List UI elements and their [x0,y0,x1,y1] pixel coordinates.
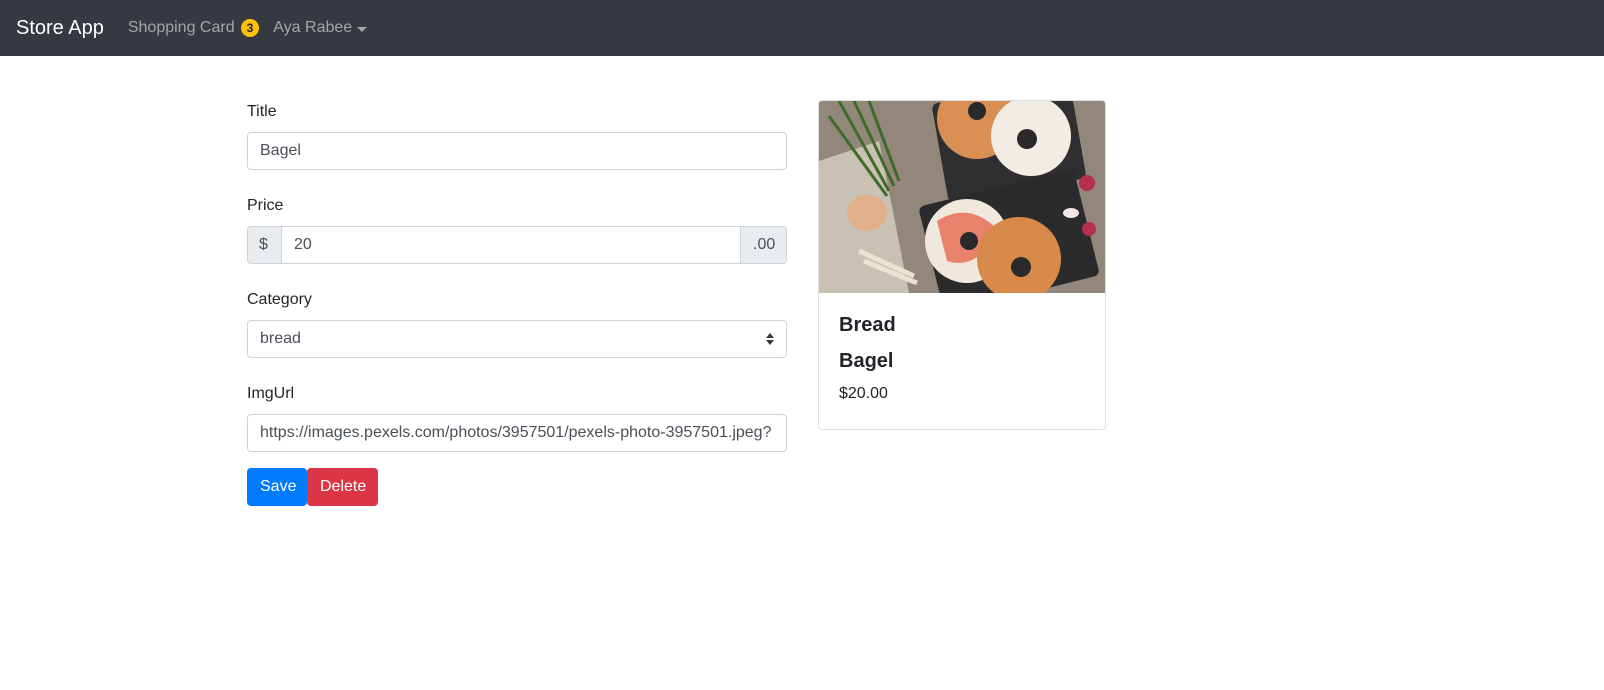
card-price: $20.00 [839,385,888,402]
user-menu-dropdown[interactable]: Aya Rabee [273,19,368,37]
title-input[interactable]: Bagel [247,132,787,170]
imgurl-group: ImgUrl https://images.pexels.com/photos/… [247,382,787,452]
price-input-group: $ 20 .00 [247,226,787,264]
category-select[interactable]: bread [247,320,787,358]
imgurl-input[interactable]: https://images.pexels.com/photos/3957501… [247,414,787,452]
price-group: Price $ 20 .00 [247,194,787,264]
title-label: Title [247,103,277,120]
select-arrows-icon [766,333,774,345]
card-category: Bread [839,314,896,336]
product-image [819,101,1105,293]
top-navbar: Store App Shopping Card 3 Aya Rabee [0,0,1604,56]
shopping-cart-link[interactable]: Shopping Card 3 [127,19,260,37]
card-body: Bread Bagel $20.00 [819,293,1105,423]
product-preview-card: Bread Bagel $20.00 [818,100,1106,430]
imgurl-label: ImgUrl [247,385,295,402]
category-group: Category bread [247,288,787,358]
category-selected-value: bread [260,330,301,347]
delete-button[interactable]: Delete [307,468,378,506]
price-suffix-addon: .00 [740,226,787,264]
user-name-label: Aya Rabee [273,19,353,36]
save-button[interactable]: Save [247,468,307,506]
title-group: Title Bagel [247,100,787,170]
shopping-cart-label: Shopping Card [127,19,235,36]
form-buttons: Save Delete [247,468,787,506]
card-title: Bagel [839,350,894,372]
product-edit-form: Title Bagel Price $ 20 .00 Category brea… [247,100,787,506]
price-label: Price [247,197,284,214]
price-input[interactable]: 20 [282,226,740,264]
brand-link[interactable]: Store App [16,17,104,40]
cart-count-badge: 3 [240,19,260,37]
caret-down-icon [357,26,368,32]
price-prefix-addon: $ [247,226,282,264]
category-label: Category [247,291,312,308]
